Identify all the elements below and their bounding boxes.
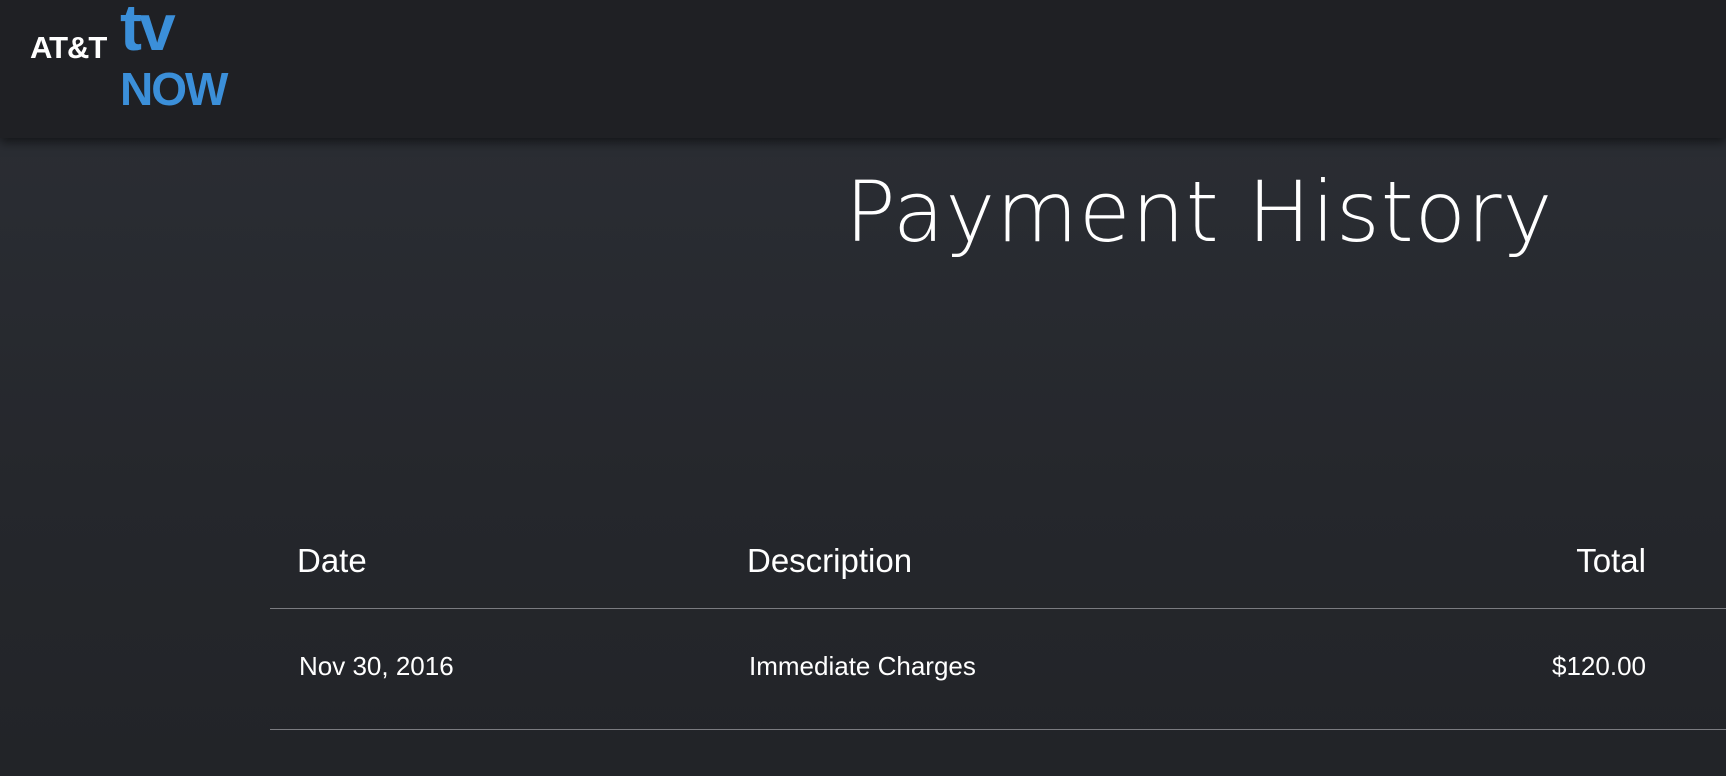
payment-history-table: Date Description Total Nov 30, 2016 Imme… <box>270 520 1726 730</box>
logo-tv-text: tv <box>120 0 176 64</box>
top-bar: AT&T tv NOW <box>0 0 1726 138</box>
column-header-total: Total <box>1576 542 1646 579</box>
row-date: Nov 30, 2016 <box>299 651 454 681</box>
row-total: $120.00 <box>1552 651 1646 681</box>
row-description: Immediate Charges <box>749 651 976 681</box>
logo-now-text: NOW <box>120 63 228 115</box>
column-header-date: Date <box>297 542 367 579</box>
logo-att-text: AT&T <box>30 30 107 65</box>
column-header-description: Description <box>747 542 913 579</box>
table-header: Date Description Total <box>270 520 1726 609</box>
att-tv-now-logo[interactable]: AT&T tv NOW <box>30 0 270 115</box>
page-title: Payment History <box>845 163 1554 261</box>
table-row: Nov 30, 2016 Immediate Charges $120.00 <box>270 609 1726 730</box>
